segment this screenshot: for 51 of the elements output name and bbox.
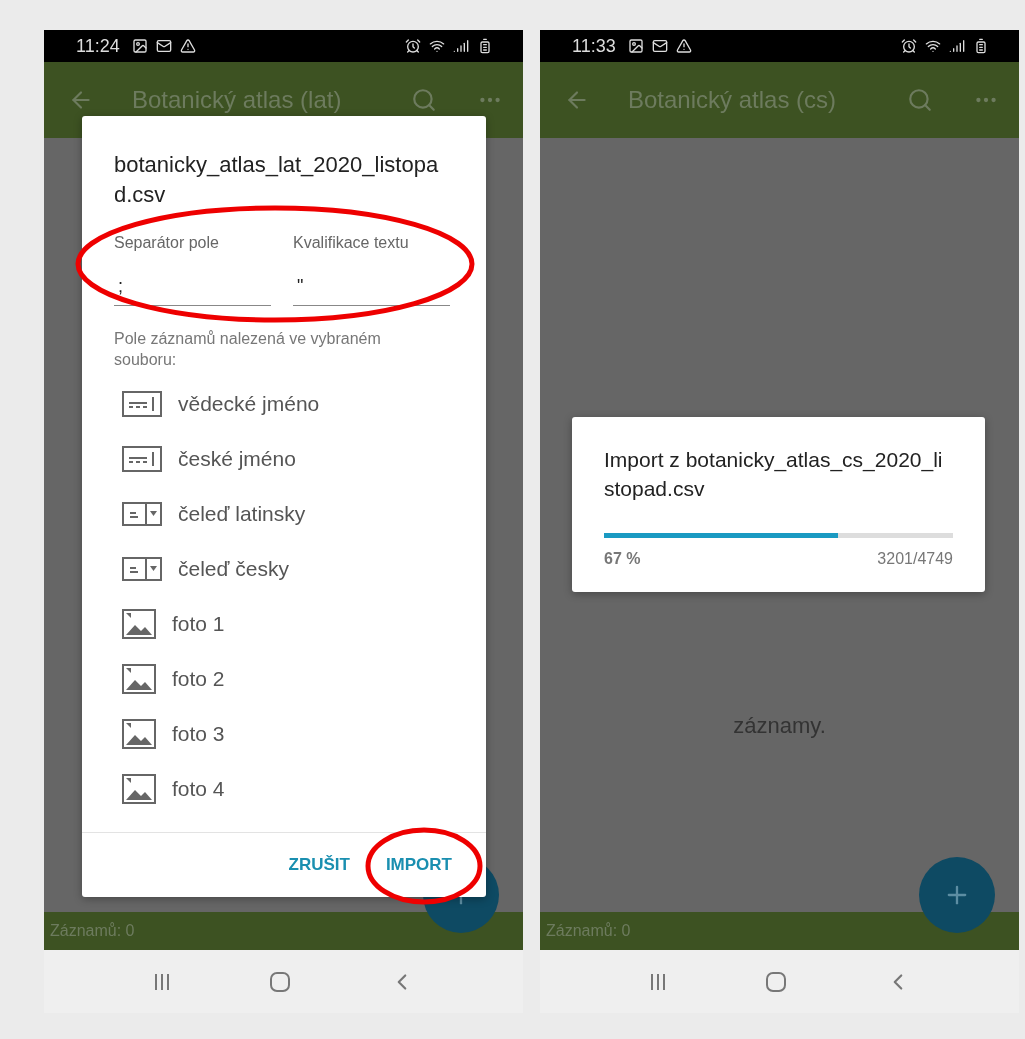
field-name: české jméno <box>178 446 296 471</box>
image-field-icon <box>122 608 156 639</box>
app-title: Botanický atlas (lat) <box>132 86 343 114</box>
text-field-icon <box>122 445 162 472</box>
progress-percent: 67 % <box>604 550 641 568</box>
field-label: Kvalifikace textu <box>293 234 410 252</box>
image-field-icon <box>122 773 156 804</box>
image-field-icon <box>122 718 156 749</box>
signal-icon <box>453 38 469 54</box>
field-label: Separátor pole <box>114 234 220 252</box>
fields-caption: Pole záznamů nalezená ve vybraném souboru: <box>113 329 382 370</box>
dialog-title: Import z botanicky_atlas_cs_2020_listopad.csv <box>604 447 944 502</box>
home-icon[interactable] <box>764 969 789 994</box>
battery-icon <box>973 38 989 54</box>
field-name: vědecké jméno <box>178 391 320 416</box>
status-time: 11:33 <box>572 35 616 57</box>
status-time: 11:24 <box>76 35 120 57</box>
dropdown-field-icon <box>122 501 162 526</box>
image-field-icon <box>122 663 156 694</box>
search-icon[interactable] <box>411 87 437 113</box>
warning-icon <box>675 38 692 54</box>
wifi-icon <box>429 38 445 54</box>
record-count: Záznamů: 0 <box>546 922 631 940</box>
field-name: foto 4 <box>172 776 225 801</box>
alarm-icon <box>405 38 421 54</box>
home-icon[interactable] <box>268 969 293 994</box>
field-name: čeleď česky <box>178 556 289 581</box>
field-name: foto 2 <box>172 666 225 691</box>
input-field[interactable]: " <box>293 270 450 306</box>
mail-icon <box>155 38 172 54</box>
wifi-icon <box>925 38 941 54</box>
app-title: Botanický atlas (cs) <box>628 86 838 114</box>
signal-icon <box>949 38 965 54</box>
battery-icon <box>477 38 493 54</box>
mail-icon <box>651 38 668 54</box>
dialog-title: botanicky_atlas_lat_2020_listopad.csv <box>113 151 440 209</box>
alarm-icon <box>901 38 917 54</box>
warning-icon <box>179 38 196 54</box>
dropdown-field-icon <box>122 556 162 581</box>
input-field[interactable]: ; <box>114 270 271 306</box>
field-name: foto 3 <box>172 721 225 746</box>
field-name: foto 1 <box>172 611 225 636</box>
search-icon[interactable] <box>907 87 933 113</box>
progress-count: 3201/4749 <box>877 550 953 568</box>
field-name: čeleď latinsky <box>178 501 306 526</box>
import-button[interactable]: IMPORT <box>375 847 462 883</box>
record-count: Záznamů: 0 <box>50 922 135 940</box>
cancel-button[interactable]: ZRUŠIT <box>278 847 360 883</box>
image-icon <box>627 38 644 54</box>
image-icon <box>131 38 148 54</box>
text-field-icon <box>122 390 162 417</box>
